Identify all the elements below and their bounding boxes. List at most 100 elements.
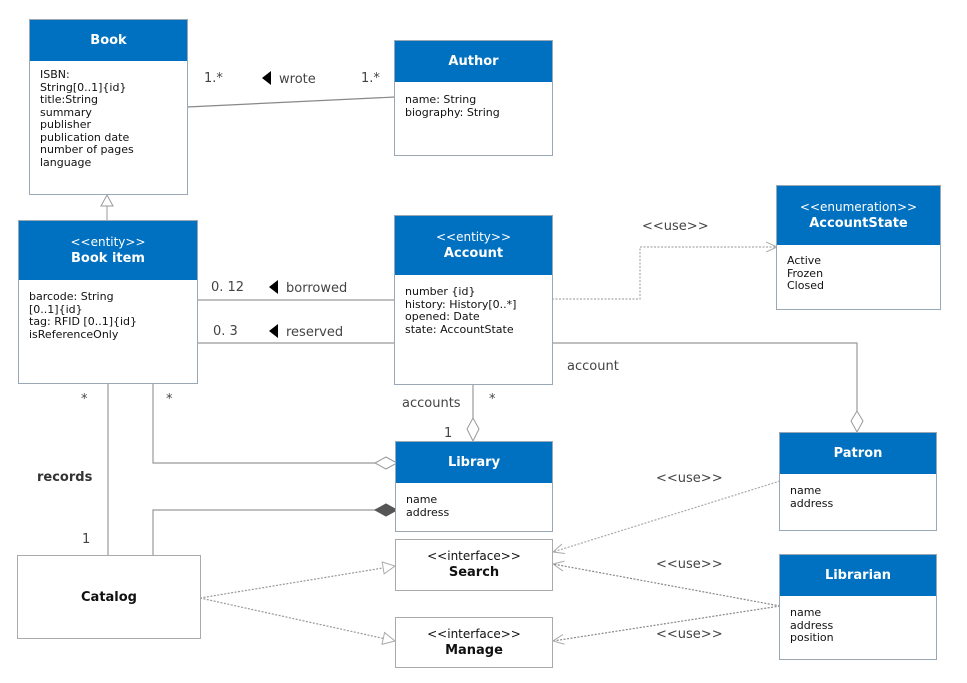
attribute: address bbox=[406, 505, 450, 519]
interface-name: Search bbox=[448, 565, 500, 580]
class-header: Patron bbox=[780, 433, 936, 474]
class-account[interactable]: <<entity>> Account number {id} history: … bbox=[394, 215, 553, 385]
generalization-arrowhead-icon bbox=[100, 193, 114, 207]
class-book-item[interactable]: <<entity>> Book item barcode: String [0.… bbox=[18, 220, 198, 384]
use-librarian-search-label: <<use>> bbox=[656, 557, 723, 572]
account-role-label: account bbox=[567, 359, 619, 374]
attribute: isReferenceOnly bbox=[29, 327, 119, 341]
wrote-association-line bbox=[186, 96, 396, 108]
class-stereotype: <<enumeration>> bbox=[799, 199, 918, 214]
class-librarian[interactable]: Librarian name address position bbox=[779, 554, 937, 660]
use-stereotype-label: <<use>> bbox=[642, 219, 709, 234]
attribute: publisher bbox=[40, 118, 92, 131]
interface-name: Manage bbox=[445, 642, 503, 658]
catalog-multiplicity-many: * bbox=[81, 392, 88, 407]
records-label: records bbox=[37, 470, 93, 485]
use-librarian-manage-label: <<use>> bbox=[656, 627, 723, 642]
class-header: Library bbox=[396, 442, 552, 483]
attribute-list: ISBN: String[0..1]{id} title:String summ… bbox=[30, 61, 187, 169]
attribute-list: Active Frozen Closed bbox=[777, 245, 940, 293]
class-name: AccountState bbox=[809, 215, 908, 231]
class-header: <<enumeration>> AccountState bbox=[777, 186, 940, 245]
class-name: Library bbox=[447, 455, 501, 470]
interface-search[interactable]: <<interface>> Search bbox=[395, 539, 553, 591]
class-name: Patron bbox=[833, 446, 883, 461]
attribute-list: name address bbox=[396, 483, 552, 519]
class-stereotype: <<entity>> bbox=[435, 229, 512, 244]
direction-triangle-icon bbox=[269, 280, 278, 294]
composition-diamond-icon bbox=[373, 503, 399, 517]
use-patron-search-label: <<use>> bbox=[656, 471, 723, 486]
attribute: name bbox=[790, 484, 822, 497]
attribute: name: String bbox=[405, 93, 477, 106]
attribute-list: name: String biography: String bbox=[395, 82, 552, 119]
bookitem-aggregation-diamond-icon bbox=[373, 456, 399, 470]
library-multiplicity-many: * bbox=[166, 392, 173, 407]
borrowed-text: borrowed bbox=[286, 281, 348, 296]
accounts-multiplicity-one: 1 bbox=[444, 426, 453, 441]
class-author[interactable]: Author name: String biography: String bbox=[394, 40, 553, 156]
attribute-list: barcode: String [0..1]{id} tag: RFID [0.… bbox=[19, 280, 197, 341]
class-name: Author bbox=[448, 54, 499, 69]
enum-literal: Active bbox=[787, 254, 822, 267]
library-aggregation-diamond-icon bbox=[466, 416, 480, 443]
class-catalog[interactable]: Catalog bbox=[17, 555, 201, 639]
class-stereotype: <<entity>> bbox=[70, 234, 146, 249]
class-header: <<entity>> Account bbox=[395, 216, 552, 275]
catalog-search-realization-line bbox=[199, 566, 395, 599]
attribute-list: name address position bbox=[780, 596, 936, 645]
reserved-multiplicity: 0. 3 bbox=[213, 324, 238, 339]
class-name: Book item bbox=[71, 250, 145, 266]
class-header: <<entity>> Book item bbox=[19, 221, 197, 280]
borrowed-label: borrowed bbox=[269, 280, 347, 296]
accounts-role-label: accounts bbox=[402, 396, 461, 411]
class-header: Author bbox=[395, 41, 552, 82]
attribute: address bbox=[790, 496, 834, 510]
wrote-multiplicity-book: 1.* bbox=[204, 71, 223, 86]
attribute: position bbox=[790, 631, 834, 644]
catalog-library-composition-line bbox=[152, 509, 375, 555]
reserved-text: reserved bbox=[286, 325, 344, 340]
catalog-manage-realization-line bbox=[199, 597, 395, 641]
attribute: number of pages bbox=[40, 143, 134, 156]
class-library[interactable]: Library name address bbox=[395, 441, 553, 532]
class-header: Librarian bbox=[780, 555, 936, 596]
attribute-list: name address bbox=[780, 474, 936, 510]
class-header: Book bbox=[30, 20, 187, 61]
patron-search-dependency-line bbox=[553, 480, 781, 552]
class-name: Librarian bbox=[824, 568, 892, 583]
wrote-label: wrote bbox=[262, 71, 316, 87]
attribute: name bbox=[790, 606, 822, 619]
class-patron[interactable]: Patron name address bbox=[779, 432, 937, 531]
enum-literal: Closed bbox=[787, 279, 824, 292]
direction-triangle-icon bbox=[269, 324, 278, 338]
class-name: Catalog bbox=[81, 589, 137, 605]
wrote-text: wrote bbox=[279, 72, 316, 87]
attribute: name bbox=[406, 493, 438, 506]
class-account-state[interactable]: <<enumeration>> AccountState Active Froz… bbox=[776, 185, 941, 310]
attribute-list: number {id} history: History[0..*] opene… bbox=[395, 275, 552, 336]
interface-manage[interactable]: <<interface>> Manage bbox=[395, 617, 553, 668]
direction-triangle-icon bbox=[262, 71, 271, 85]
reserved-label: reserved bbox=[269, 324, 343, 340]
attribute: opened: Date bbox=[405, 310, 480, 323]
wrote-multiplicity-author: 1.* bbox=[361, 71, 380, 86]
attribute: title:String bbox=[40, 93, 99, 106]
interface-stereotype: <<interface>> bbox=[427, 549, 521, 563]
accounts-multiplicity-many: * bbox=[489, 392, 496, 407]
attribute: ISBN: bbox=[40, 68, 70, 81]
account-state-dependency-line bbox=[552, 247, 777, 300]
patron-aggregation-diamond-icon bbox=[850, 410, 864, 434]
interface-stereotype: <<interface>> bbox=[427, 626, 521, 641]
attribute: barcode: String bbox=[29, 290, 114, 303]
attribute: tag: RFID [0..1]{id} bbox=[29, 315, 138, 328]
attribute: language bbox=[40, 155, 92, 169]
account-patron-aggregation-line bbox=[552, 342, 858, 411]
attribute: state: AccountState bbox=[405, 322, 514, 336]
records-multiplicity-one: 1 bbox=[82, 532, 91, 547]
class-name: Account bbox=[443, 245, 504, 261]
bookitem-library-aggregation-line bbox=[152, 383, 375, 464]
attribute: biography: String bbox=[405, 105, 500, 119]
class-book[interactable]: Book ISBN: String[0..1]{id} title:String… bbox=[29, 19, 188, 195]
attribute: number {id} bbox=[405, 285, 476, 298]
